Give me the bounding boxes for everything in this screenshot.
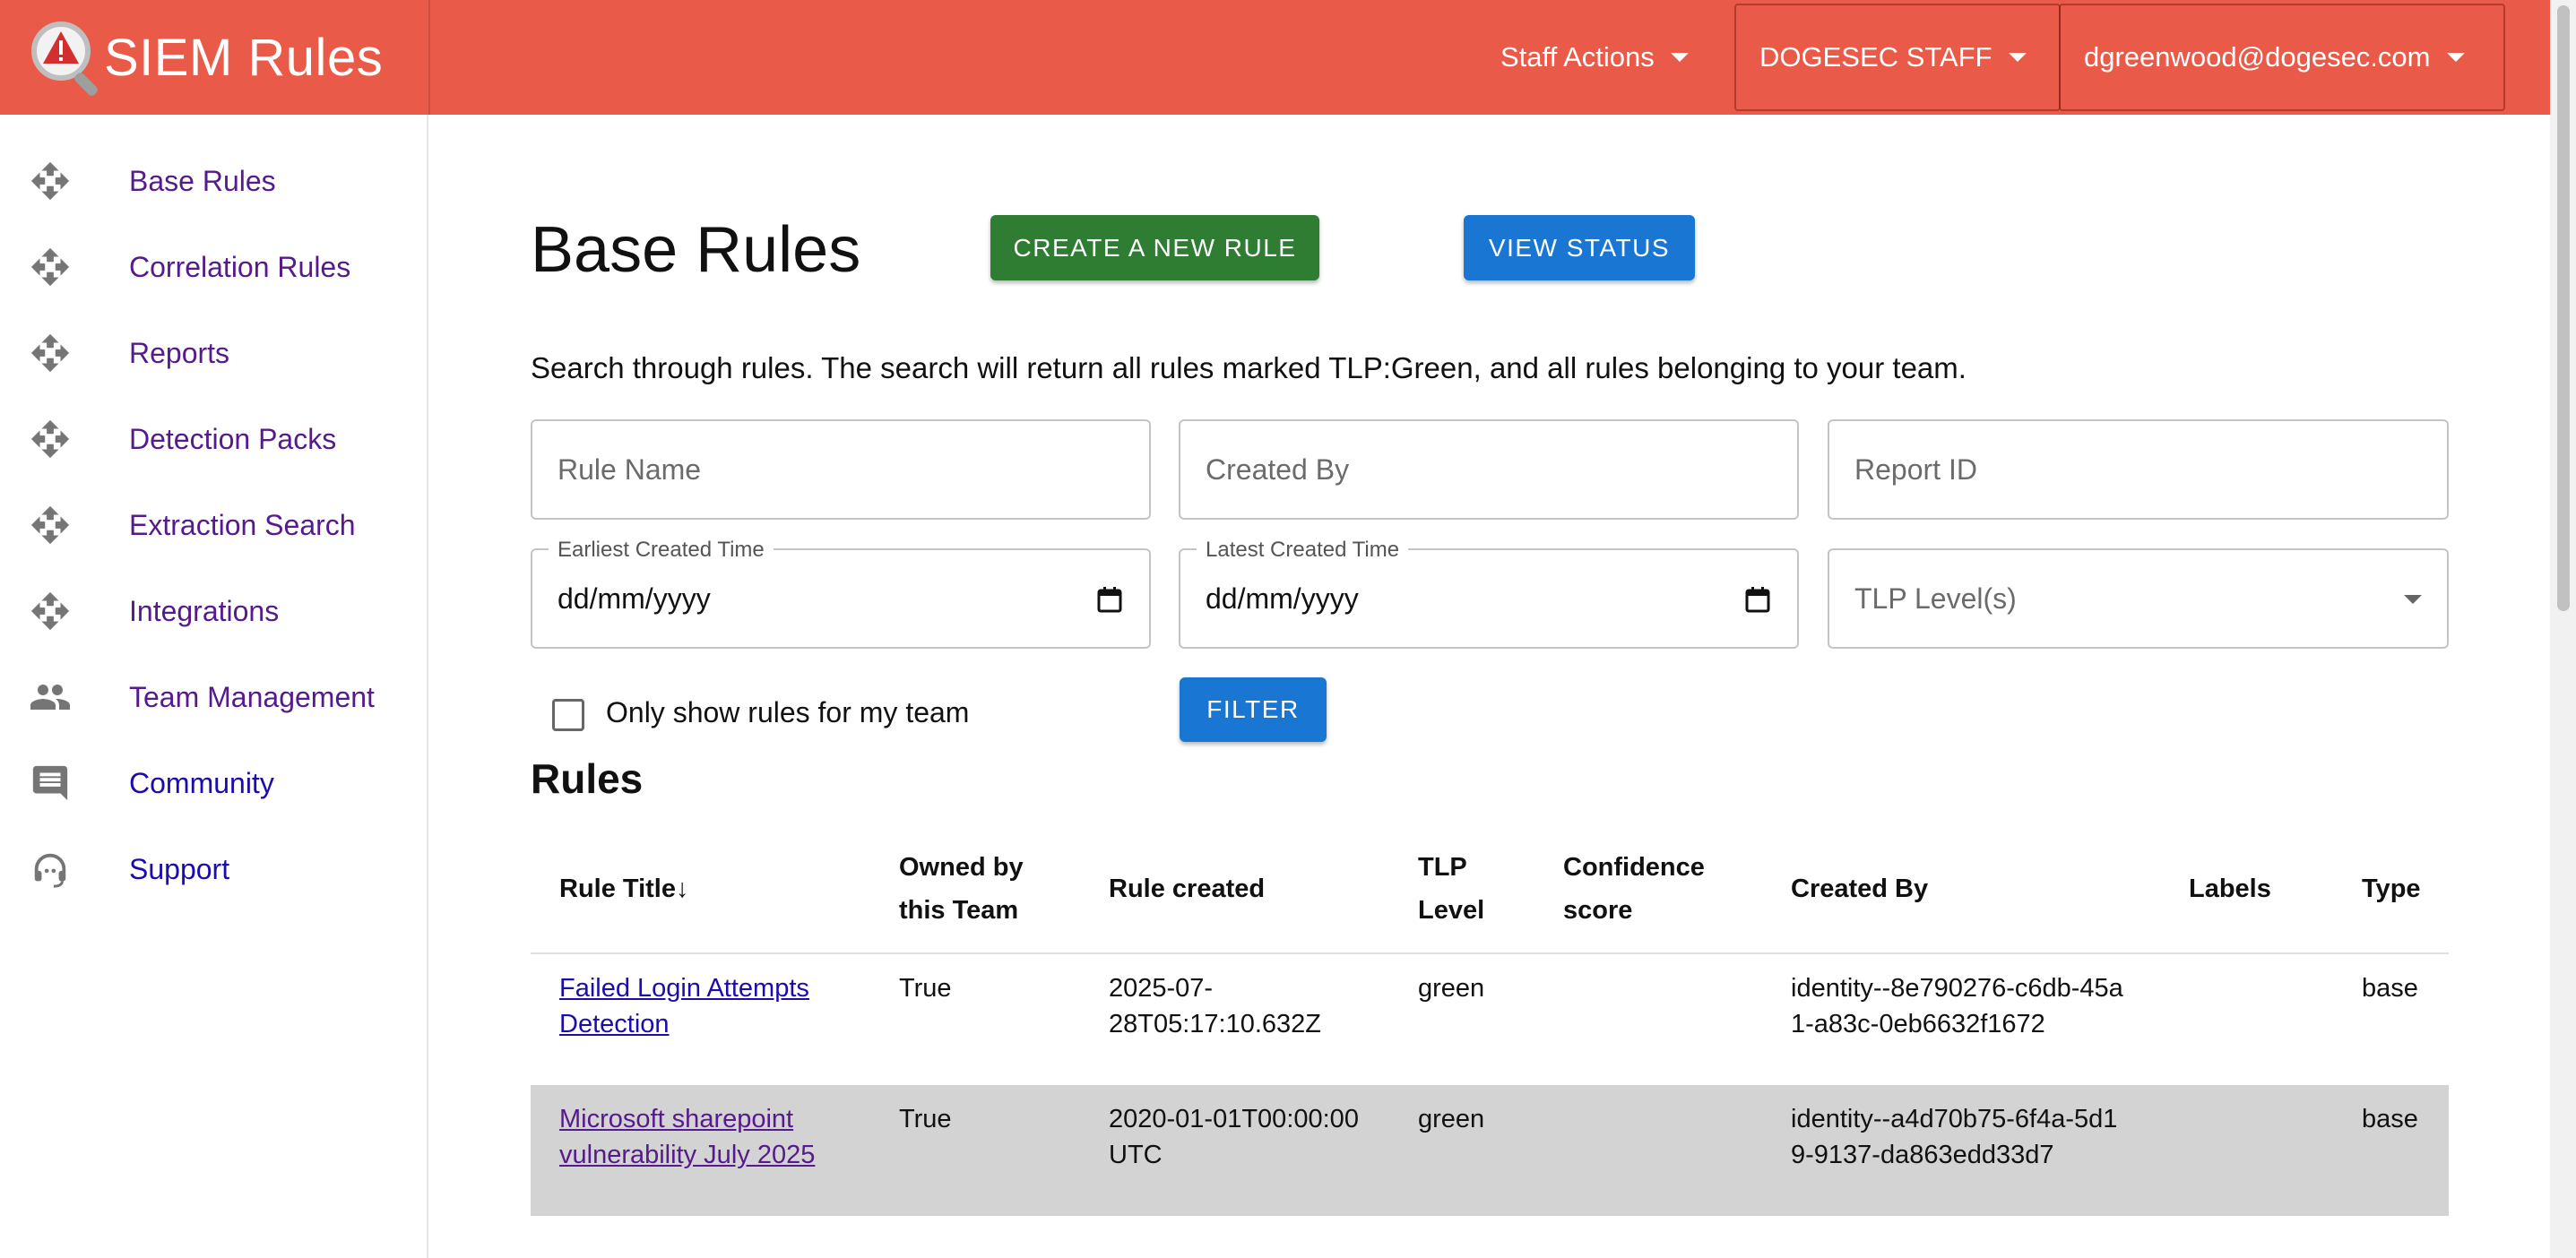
sidebar-item-label: Team Management: [129, 680, 375, 713]
user-label: dgreenwood@dogesec.com: [2084, 41, 2431, 73]
sidebar-item-label: Support: [129, 852, 230, 885]
sidebar-item-community[interactable]: Community: [0, 740, 427, 826]
sidebar-item-correlation-rules[interactable]: Correlation Rules: [0, 224, 427, 310]
owned-cell: True: [899, 974, 952, 1003]
tlp-cell: green: [1418, 974, 1485, 1003]
view-status-button[interactable]: VIEW STATUS: [1464, 215, 1695, 280]
people-icon: [27, 674, 73, 720]
move-arrows-icon: [27, 588, 73, 634]
sidebar-item-label: Correlation Rules: [129, 250, 351, 283]
sidebar-item-label: Base Rules: [129, 164, 276, 197]
move-arrows-icon: [27, 502, 73, 548]
earliest-created-time-value: dd/mm/yyyy: [558, 582, 711, 615]
scrollbar-thumb[interactable]: [2557, 5, 2570, 611]
latest-created-time-field[interactable]: Latest Created Time dd/mm/yyyy: [1179, 538, 1799, 649]
table-row: Failed Login Attempts Detection True 202…: [531, 954, 2449, 1085]
rules-section-title: Rules: [531, 755, 644, 802]
calendar-icon[interactable]: [1097, 586, 1122, 613]
created-by-cell: identity--a4d70b75-6f4a-5d19-9137-da863e…: [1791, 1105, 2118, 1169]
filter-button[interactable]: FILTER: [1180, 677, 1327, 742]
report-id-input[interactable]: [1829, 421, 2447, 518]
report-id-field[interactable]: [1828, 419, 2449, 520]
caret-down-icon: [2446, 53, 2465, 62]
rule-name-field[interactable]: [531, 419, 1151, 520]
sidebar-item-label: Reports: [129, 336, 230, 369]
sidebar-item-reports[interactable]: Reports: [0, 310, 427, 396]
column-header-rule-title[interactable]: Rule Title↓: [559, 846, 828, 932]
team-only-checkbox[interactable]: [552, 699, 584, 731]
earliest-created-time-field[interactable]: Earliest Created Time dd/mm/yyyy: [531, 538, 1151, 649]
sidebar-item-team-management[interactable]: Team Management: [0, 654, 427, 740]
earliest-created-time-label: Earliest Created Time: [549, 538, 774, 563]
app-title: SIEM Rules: [104, 28, 384, 87]
sidebar-item-detection-packs[interactable]: Detection Packs: [0, 396, 427, 482]
support-agent-icon: [27, 846, 73, 892]
tlp-cell: green: [1418, 1105, 1485, 1133]
column-header-created-by[interactable]: Created By: [1791, 846, 2060, 932]
caret-down-icon: [2008, 53, 2027, 62]
column-header-labels[interactable]: Labels: [2189, 846, 2296, 932]
column-header-created[interactable]: Rule created: [1109, 846, 1324, 932]
staff-actions-label: Staff Actions: [1500, 41, 1655, 73]
rules-table: Rule Title↓ Owned by this Team Rule crea…: [531, 824, 2449, 1216]
latest-created-time-label: Latest Created Time: [1197, 538, 1409, 563]
move-arrows-icon: [27, 330, 73, 376]
sidebar: Base Rules Correlation Rules Reports Det…: [0, 115, 428, 1258]
create-new-rule-button[interactable]: CREATE A NEW RULE: [990, 215, 1319, 280]
sidebar-item-label: Detection Packs: [129, 422, 337, 455]
brand-divider: [428, 0, 430, 115]
latest-created-time-value: dd/mm/yyyy: [1206, 582, 1359, 615]
move-arrows-icon: [27, 158, 73, 204]
type-cell: base: [2362, 1105, 2418, 1133]
magnifier-alert-logo-icon: [25, 17, 106, 98]
move-arrows-icon: [27, 244, 73, 290]
owned-cell: True: [899, 1105, 952, 1133]
column-header-type[interactable]: Type: [2362, 846, 2442, 932]
created-cell: 2025-07-28T05:17:10.632Z: [1109, 974, 1322, 1038]
team-only-label: Only show rules for my team: [606, 696, 970, 728]
caret-down-icon: [1670, 53, 1689, 62]
sidebar-item-label: Community: [129, 766, 274, 799]
sidebar-item-base-rules[interactable]: Base Rules: [0, 138, 427, 224]
page-title: Base Rules: [531, 214, 861, 286]
column-header-confidence[interactable]: Confidence score: [1563, 846, 1733, 932]
table-row: Microsoft sharepoint vulnerability July …: [531, 1085, 2449, 1216]
rule-title-link[interactable]: Microsoft sharepoint vulnerability July …: [559, 1105, 815, 1169]
org-label: DOGESEC STAFF: [1759, 41, 1993, 73]
created-cell: 2020-01-01T00:00:00 UTC: [1109, 1105, 1359, 1169]
comment-icon: [27, 760, 73, 806]
sidebar-item-label: Integrations: [129, 594, 280, 627]
rule-name-input[interactable]: [532, 421, 1149, 518]
sidebar-item-label: Extraction Search: [129, 508, 356, 541]
column-header-tlp[interactable]: TLP Level: [1418, 846, 1508, 932]
rule-title-link[interactable]: Failed Login Attempts Detection: [559, 974, 809, 1038]
tlp-level-select[interactable]: TLP Level(s): [1828, 548, 2449, 649]
created-by-field[interactable]: [1179, 419, 1799, 520]
sidebar-item-support[interactable]: Support: [0, 826, 427, 912]
staff-actions-menu[interactable]: Staff Actions: [1500, 0, 1698, 115]
scrollbar[interactable]: [2550, 0, 2576, 1258]
caret-down-icon: [2404, 595, 2422, 604]
org-menu[interactable]: DOGESEC STAFF: [1734, 4, 2061, 111]
tlp-level-placeholder: TLP Level(s): [1854, 582, 2017, 615]
column-header-owned[interactable]: Owned by this Team: [899, 846, 1042, 932]
user-menu[interactable]: dgreenwood@dogesec.com: [2059, 4, 2505, 111]
created-by-input[interactable]: [1180, 421, 1797, 518]
created-by-cell: identity--8e790276-c6db-45a1-a83c-0eb663…: [1791, 974, 2123, 1038]
search-intro-text: Search through rules. The search will re…: [531, 351, 1967, 384]
calendar-icon[interactable]: [1745, 586, 1770, 613]
sidebar-item-integrations[interactable]: Integrations: [0, 568, 427, 654]
app-bar: SIEM Rules Staff Actions DOGESEC STAFF d…: [0, 0, 2550, 115]
type-cell: base: [2362, 974, 2418, 1003]
brand[interactable]: SIEM Rules: [0, 0, 428, 115]
move-arrows-icon: [27, 416, 73, 462]
table-header-row: Rule Title↓ Owned by this Team Rule crea…: [531, 824, 2449, 954]
sidebar-item-extraction-search[interactable]: Extraction Search: [0, 482, 427, 568]
